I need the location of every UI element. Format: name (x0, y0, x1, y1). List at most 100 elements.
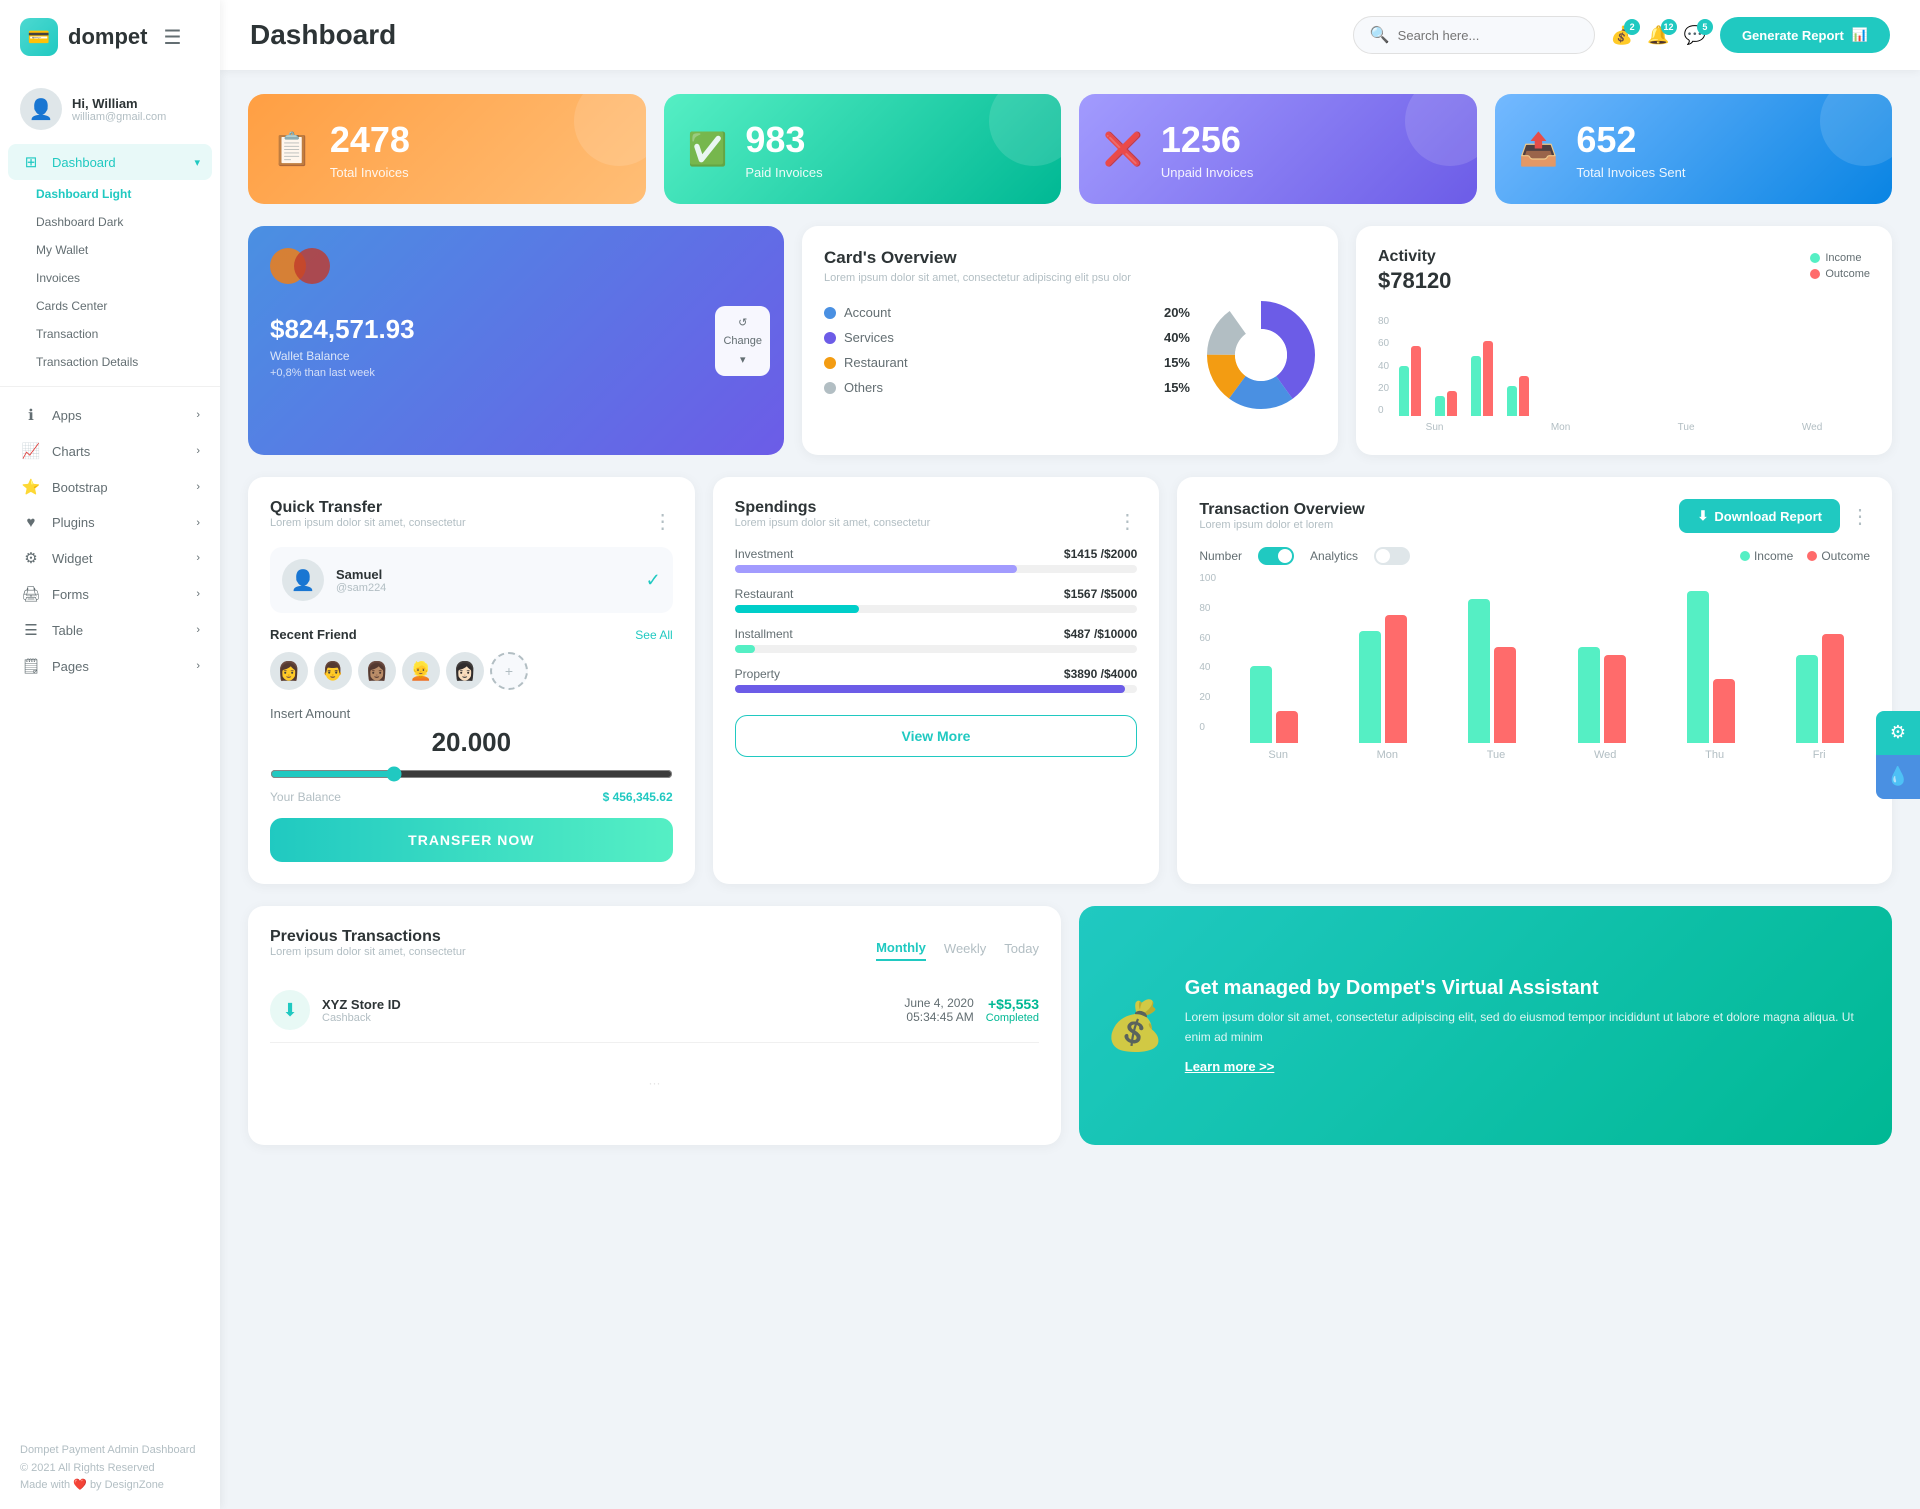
big-bar-sun (1224, 666, 1323, 743)
sidebar-item-table[interactable]: ☰ Table › (0, 612, 220, 648)
va-learn-more-link[interactable]: Learn more >> (1185, 1059, 1866, 1074)
sidebar-item-widget[interactable]: ⚙ Widget › (0, 540, 220, 576)
unpaid-invoices-label: Unpaid Invoices (1161, 165, 1254, 180)
wallet-label: Wallet Balance (270, 349, 762, 363)
water-float-button[interactable]: 💧 (1876, 755, 1920, 799)
recent-friends-label: Recent Friend (270, 627, 357, 642)
sidebar-item-charts[interactable]: 📈 Charts › (0, 433, 220, 469)
big-bar-wed-outcome (1604, 655, 1626, 743)
paid-invoices-value: 983 (745, 119, 822, 161)
bar-sun-outcome (1411, 346, 1421, 416)
big-label-fri: Fri (1813, 749, 1826, 761)
big-label-tue: Tue (1487, 749, 1506, 761)
bottom-row: Quick Transfer Lorem ipsum dolor sit ame… (248, 477, 1892, 884)
property-amount: $3890 /$4000 (1064, 667, 1137, 681)
main-content: Dashboard 🔍 💰2 🔔12 💬5 Generate Report 📊 (220, 0, 1920, 1509)
sidebar-item-dashboard[interactable]: ⊞ Dashboard ▾ (8, 144, 212, 180)
qt-name: Samuel (336, 567, 386, 582)
transfer-now-button[interactable]: TRANSFER NOW (270, 818, 673, 862)
label-mon: Mon (1551, 422, 1570, 433)
activity-amount: $78120 (1378, 268, 1451, 294)
toggle-knob (1278, 549, 1292, 563)
sidebar-sub-my-wallet[interactable]: My Wallet (0, 236, 220, 264)
see-all-link[interactable]: See All (635, 628, 672, 642)
view-more-button[interactable]: View More (735, 715, 1138, 757)
friend-avatar-1[interactable]: 👩 (270, 652, 308, 690)
label-sun: Sun (1426, 422, 1444, 433)
last-row: Previous Transactions Lorem ipsum dolor … (248, 906, 1892, 1145)
wallet-icon-btn[interactable]: 💰2 (1611, 25, 1633, 46)
generate-report-button[interactable]: Generate Report 📊 (1720, 17, 1890, 53)
page-title: Dashboard (250, 19, 1337, 51)
friend-add[interactable]: + (490, 652, 528, 690)
tx-legend: Income Outcome (1740, 549, 1870, 563)
va-card: 💰 Get managed by Dompet's Virtual Assist… (1079, 906, 1892, 1145)
header-icons: 💰2 🔔12 💬5 Generate Report 📊 (1611, 17, 1890, 53)
hamburger-menu[interactable]: ☰ (163, 25, 181, 50)
wallet-change-button[interactable]: ↺ Change ▾ (715, 306, 770, 376)
chevron-right-icon6: › (196, 588, 200, 600)
property-label: Property (735, 667, 780, 681)
big-bar-fri (1771, 634, 1870, 743)
sidebar-sub-transaction-details[interactable]: Transaction Details (0, 348, 220, 376)
change-label: Change (723, 335, 762, 347)
stat-card-total-invoices: 📋 2478 Total Invoices (248, 94, 646, 204)
label-wed: Wed (1802, 422, 1822, 433)
friend-avatar-3[interactable]: 👩🏽 (358, 652, 396, 690)
sidebar-item-forms[interactable]: 🖨 Forms › (0, 576, 220, 612)
tab-today[interactable]: Today (1004, 940, 1039, 961)
sidebar-item-bootstrap[interactable]: ⭐ Bootstrap › (0, 469, 220, 505)
sidebar-sub-dashboard-light[interactable]: Dashboard Light (0, 180, 220, 208)
search-input[interactable] (1398, 28, 1578, 43)
stat-cards: 📋 2478 Total Invoices ✅ 983 Paid Invoice… (248, 94, 1892, 204)
search-bar: 🔍 (1353, 16, 1595, 54)
more-rows-placeholder: ··· (270, 1043, 1039, 1123)
analytics-toggle[interactable] (1374, 547, 1410, 565)
sidebar-item-apps[interactable]: ℹ Apps › (0, 397, 220, 433)
quick-transfer-subtitle: Lorem ipsum dolor sit amet, consectetur (270, 517, 466, 529)
bell-icon-btn[interactable]: 🔔12 (1647, 25, 1669, 46)
number-toggle[interactable] (1258, 547, 1294, 565)
tx-overview-menu[interactable]: ⋮ (1850, 504, 1870, 529)
chat-icon-btn[interactable]: 💬5 (1684, 25, 1706, 46)
tab-weekly[interactable]: Weekly (944, 940, 986, 961)
plugins-label: Plugins (52, 515, 95, 530)
sidebar-sub-cards-center[interactable]: Cards Center (0, 292, 220, 320)
transfer-now-label: TRANSFER NOW (408, 832, 534, 848)
download-report-button[interactable]: ⬇ Download Report (1679, 499, 1840, 533)
tab-monthly[interactable]: Monthly (876, 940, 926, 961)
sidebar-item-pages[interactable]: 🗒 Pages › (0, 648, 220, 684)
avatar: 👤 (20, 88, 62, 130)
charts-label: Charts (52, 444, 90, 459)
prev-transactions-card: Previous Transactions Lorem ipsum dolor … (248, 906, 1061, 1145)
amount-slider[interactable] (270, 766, 673, 782)
sidebar-item-plugins[interactable]: ♥ Plugins › (0, 505, 220, 540)
settings-float-button[interactable]: ⚙ (1876, 711, 1920, 755)
bell-badge: 12 (1661, 19, 1677, 35)
big-label-wed: Wed (1594, 749, 1616, 761)
search-icon: 🔍 (1370, 25, 1390, 45)
sidebar-sub-dashboard-dark[interactable]: Dashboard Dark (0, 208, 220, 236)
big-bar-mon (1333, 615, 1432, 743)
big-bar-labels: Sun Mon Tue Wed Thu Fri (1224, 749, 1870, 761)
y-axis: 100806040200 (1199, 573, 1216, 733)
friend-avatar-4[interactable]: 👱 (402, 652, 440, 690)
donut-chart (1206, 300, 1316, 410)
income-legend-label: Income (1825, 252, 1861, 264)
bar-wed-income (1507, 386, 1517, 416)
spendings-menu[interactable]: ⋮ (1117, 509, 1137, 534)
sidebar-sub-transaction[interactable]: Transaction (0, 320, 220, 348)
friend-avatar-5[interactable]: 👩🏻 (446, 652, 484, 690)
footer-line1: Dompet Payment Admin Dashboard (20, 1442, 200, 1460)
big-label-sun: Sun (1268, 749, 1288, 761)
qt-handle: @sam224 (336, 582, 386, 594)
bar-labels: Sun Mon Tue Wed (1378, 422, 1870, 433)
tx-outcome-label: Outcome (1821, 549, 1870, 563)
sidebar-sub-invoices[interactable]: Invoices (0, 264, 220, 292)
quick-transfer-menu[interactable]: ⋮ (653, 509, 673, 534)
balance-label: Your Balance (270, 790, 341, 804)
friend-avatar-2[interactable]: 👨 (314, 652, 352, 690)
bar-group-wed (1507, 376, 1529, 416)
quick-transfer-title: Quick Transfer (270, 499, 466, 517)
stat-card-total-sent: 📤 652 Total Invoices Sent (1495, 94, 1893, 204)
